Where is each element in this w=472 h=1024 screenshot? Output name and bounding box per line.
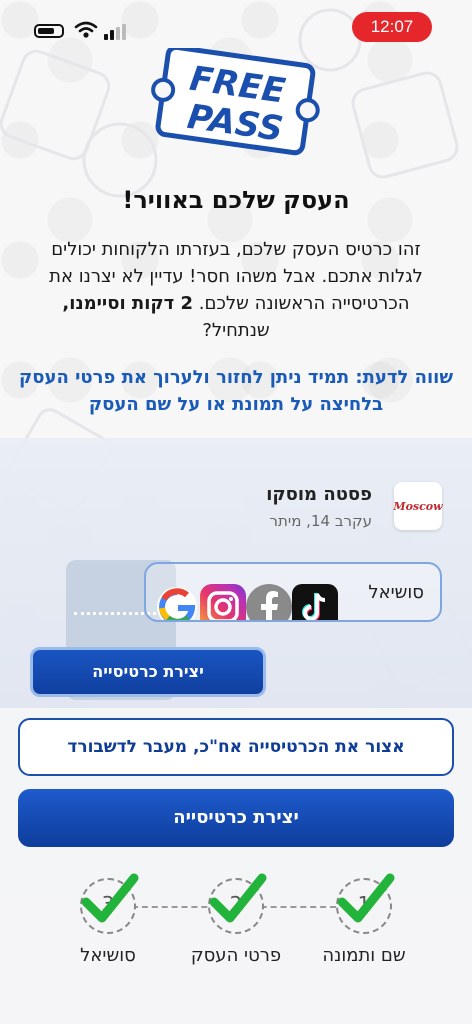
check-icon bbox=[81, 873, 139, 923]
status-time: 12:07 bbox=[352, 12, 432, 42]
preview-create-card-button[interactable]: יצירת כרטיסייה bbox=[30, 647, 266, 697]
business-address: עקרב 14, מיתר bbox=[269, 512, 372, 530]
business-name[interactable]: פסטה מוסקו bbox=[266, 484, 372, 505]
social-label: סושיאל bbox=[368, 582, 424, 603]
intro-text: זהו כרטיס העסק שלכם, בעזרתו הלקוחות יכול… bbox=[30, 236, 442, 344]
step-1-label: שם ותמונה bbox=[322, 945, 406, 966]
step-2: 2 bbox=[208, 873, 267, 934]
check-icon bbox=[337, 873, 395, 923]
business-logo[interactable]: Moscow bbox=[393, 482, 443, 530]
social-links-box[interactable]: סושיאל bbox=[144, 562, 442, 622]
facebook-icon[interactable] bbox=[246, 584, 292, 620]
google-icon[interactable] bbox=[154, 584, 200, 622]
check-icon bbox=[209, 873, 267, 923]
tiktok-icon[interactable] bbox=[292, 584, 338, 620]
intro-part2: שנתחיל? bbox=[202, 320, 270, 341]
battery-icon bbox=[34, 24, 64, 38]
instagram-icon[interactable] bbox=[200, 584, 246, 620]
page-title: העסק שלכם באוויר! bbox=[122, 186, 350, 214]
create-card-button[interactable]: יצירת כרטיסייה bbox=[18, 789, 454, 847]
wifi-icon bbox=[74, 21, 98, 38]
step-3: 3 bbox=[80, 873, 139, 934]
business-logo-text: Moscow bbox=[393, 499, 443, 513]
go-to-dashboard-button[interactable]: אצור את הכרטיסייה אח"כ, מעבר לדשבורד bbox=[18, 718, 454, 776]
step-2-label: פרטי העסק bbox=[190, 945, 282, 966]
freepass-logo: FREE PASS bbox=[151, 48, 320, 156]
step-1: 1 bbox=[336, 873, 395, 934]
intro-bold: 2 דקות וסיימנו, bbox=[62, 293, 194, 314]
info-note: שווה לדעת: תמיד ניתן לחזור ולערוך את פרט… bbox=[19, 367, 453, 415]
step-3-label: סושיאל bbox=[80, 945, 136, 966]
signal-icon bbox=[104, 24, 126, 40]
